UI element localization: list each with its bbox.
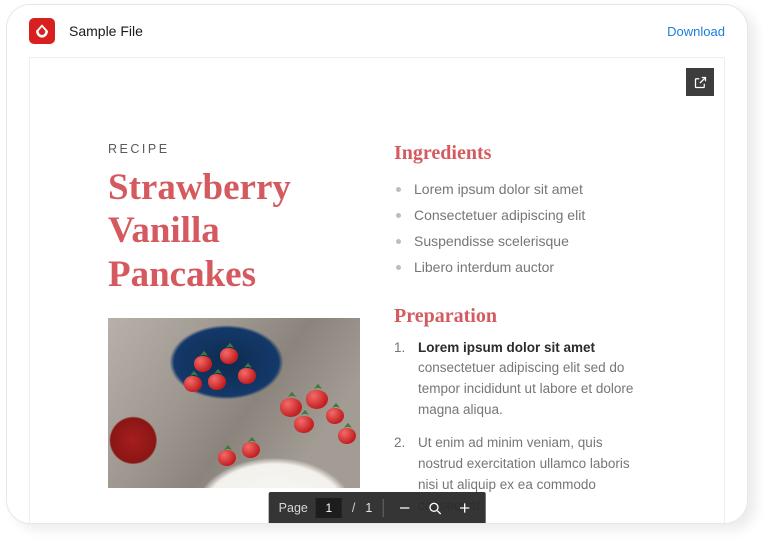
header-bar: Sample File Download [7,5,747,57]
ingredients-heading: Ingredients [394,142,650,165]
zoom-out-button[interactable] [393,497,415,519]
list-item: Lorem ipsum dolor sit amet consectetuer … [394,338,650,422]
pdf-viewer: RECIPE Strawberry Vanilla Pancakes [29,57,725,524]
file-name: Sample File [69,23,667,39]
list-item: Consectetuer adipiscing elit [394,203,650,229]
list-item: Lorem ipsum dolor sit amet [394,177,650,203]
ingredients-list: Lorem ipsum dolor sit amet Consectetuer … [394,177,650,281]
total-pages: 1 [365,501,372,515]
page-number-input[interactable] [316,498,342,518]
toolbar-divider [382,499,383,517]
zoom-in-button[interactable] [453,497,475,519]
list-item: Suspendisse scelerisque [394,229,650,255]
app-window: Sample File Download RECIPE Strawberry V… [6,4,748,524]
recipe-title: Strawberry Vanilla Pancakes [108,166,360,296]
preparation-heading: Preparation [394,305,650,328]
page-separator: / [350,501,357,515]
recipe-eyebrow: RECIPE [108,142,360,156]
pdf-icon [29,18,55,44]
list-item: Libero interdum auctor [394,255,650,281]
document-page: RECIPE Strawberry Vanilla Pancakes [30,58,724,524]
page-label: Page [279,501,308,515]
pdf-toolbar: Page / 1 [269,492,486,524]
download-link[interactable]: Download [667,24,725,39]
zoom-reset-button[interactable] [423,497,445,519]
